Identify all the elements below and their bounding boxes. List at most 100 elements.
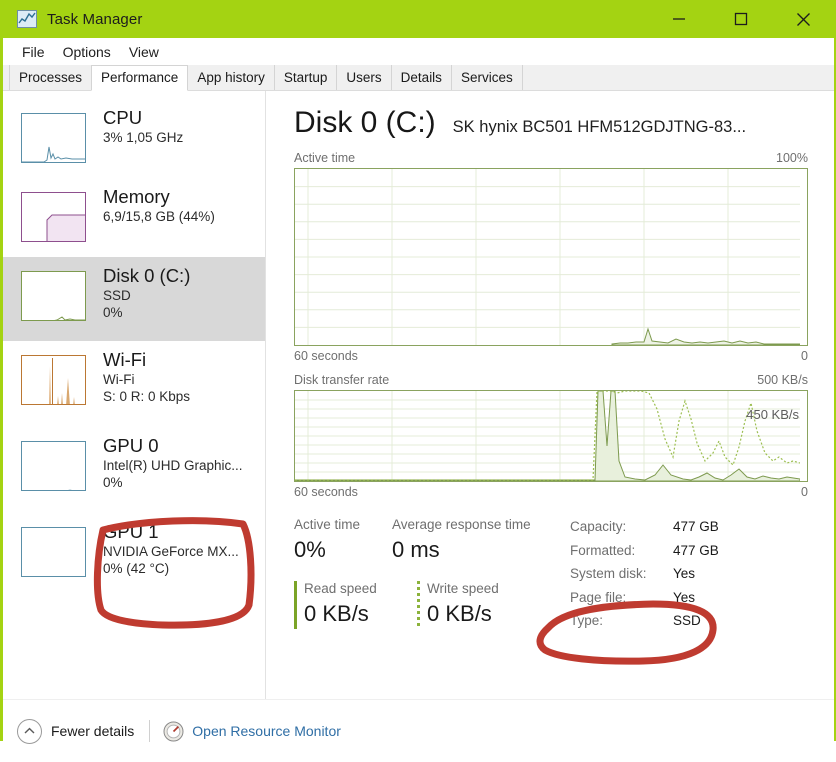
sidebar-item-memory[interactable]: Memory 6,9/15,8 GB (44%): [3, 178, 265, 257]
sidebar-item-gpu-0[interactable]: GPU 0 Intel(R) UHD Graphic... 0%: [3, 427, 265, 513]
sidebar-sub-gpu-1-0: NVIDIA GeForce MX...: [103, 543, 239, 560]
footer-divider: [149, 720, 150, 742]
disk-model-label: SK hynix BC501 HFM512GDJTNG-83...: [453, 118, 746, 137]
menu-options[interactable]: Options: [54, 42, 120, 62]
stat-write-speed: Write speed 0 KB/s: [417, 579, 499, 629]
stat-write-speed-value: 0 KB/s: [427, 599, 499, 629]
sidebar-item-gpu-1[interactable]: GPU 1 NVIDIA GeForce MX... 0% (42 °C): [3, 513, 265, 599]
stat-active-time-value: 0%: [294, 535, 392, 565]
active-time-footer: 60 seconds 0: [294, 349, 808, 363]
tab-startup[interactable]: Startup: [274, 65, 338, 90]
detail-system-disk: System disk: Yes: [570, 562, 719, 586]
tab-users[interactable]: Users: [336, 65, 391, 90]
stat-read-speed: Read speed 0 KB/s: [294, 579, 417, 629]
active-time-xlabel: 60 seconds: [294, 349, 358, 363]
stat-read-speed-label: Read speed: [304, 579, 417, 599]
memory-thumbnail-graph: [21, 192, 86, 242]
active-time-chart: [294, 168, 808, 346]
gpu0-thumbnail-graph: [21, 441, 86, 491]
detail-capacity-key: Capacity:: [570, 515, 673, 539]
sidebar-item-disk-0-c[interactable]: Disk 0 (C:) SSD 0%: [3, 257, 265, 341]
stats-right-column: Capacity: 477 GB Formatted: 477 GB Syste…: [566, 515, 719, 633]
tab-details[interactable]: Details: [391, 65, 452, 90]
transfer-rate-max: 500 KB/s: [757, 373, 808, 387]
stats-top-row: Active time 0% Average response time 0 m…: [294, 515, 566, 565]
sidebar-title-disk: Disk 0 (C:): [103, 265, 190, 287]
menu-view[interactable]: View: [120, 42, 168, 62]
sidebar-item-cpu[interactable]: CPU 3% 1,05 GHz: [3, 99, 265, 178]
sidebar-sub-wifi-0: Wi-Fi: [103, 371, 190, 388]
sidebar-sub-gpu-0-0: Intel(R) UHD Graphic...: [103, 457, 243, 474]
task-manager-window: Task Manager File Options View Processes…: [0, 0, 836, 741]
close-button[interactable]: [772, 0, 834, 38]
sidebar-text-cpu: CPU 3% 1,05 GHz: [103, 107, 183, 146]
sidebar-sub-gpu-0-1: 0%: [103, 474, 243, 491]
detail-capacity-value: 477 GB: [673, 515, 719, 539]
transfer-rate-annotation: 450 KB/s: [746, 407, 799, 422]
stat-avg-response-label: Average response time: [392, 515, 531, 535]
main-panel: Disk 0 (C:) SK hynix BC501 HFM512GDJTNG-…: [266, 91, 834, 699]
window-title: Task Manager: [47, 11, 142, 28]
sidebar-title-gpu-1: GPU 1: [103, 521, 239, 543]
transfer-rate-xlabel: 60 seconds: [294, 485, 358, 499]
sidebar-text-wifi: Wi-Fi Wi-Fi S: 0 R: 0 Kbps: [103, 349, 190, 405]
minimize-button[interactable]: [648, 0, 710, 38]
resource-monitor-icon: [163, 721, 184, 742]
sidebar-title-wifi: Wi-Fi: [103, 349, 190, 371]
detail-type-value: SSD: [673, 609, 701, 633]
stat-read-speed-value: 0 KB/s: [304, 599, 417, 629]
active-time-label: Active time: [294, 151, 355, 165]
performance-sidebar: CPU 3% 1,05 GHz Memory 6,9/15,8 GB (44%): [3, 91, 266, 699]
stat-active-time-label: Active time: [294, 515, 392, 535]
tab-performance[interactable]: Performance: [91, 65, 188, 91]
fewer-details-button[interactable]: Fewer details: [17, 719, 134, 744]
sidebar-text-gpu-0: GPU 0 Intel(R) UHD Graphic... 0%: [103, 435, 243, 491]
detail-formatted-value: 477 GB: [673, 539, 719, 563]
detail-formatted: Formatted: 477 GB: [570, 539, 719, 563]
content-area: CPU 3% 1,05 GHz Memory 6,9/15,8 GB (44%): [3, 91, 834, 699]
sidebar-sub-disk-1: 0%: [103, 304, 190, 321]
active-time-caption: Active time 100%: [294, 151, 808, 165]
detail-page-file: Page file: Yes: [570, 586, 719, 610]
transfer-rate-chart: 450 KB/s: [294, 390, 808, 482]
menu-file[interactable]: File: [13, 42, 54, 62]
open-resource-monitor-link[interactable]: Open Resource Monitor: [163, 721, 341, 742]
sidebar-text-disk: Disk 0 (C:) SSD 0%: [103, 265, 190, 321]
sidebar-sub-wifi-1: S: 0 R: 0 Kbps: [103, 388, 190, 405]
stat-active-time: Active time 0%: [294, 515, 392, 565]
stat-write-speed-label: Write speed: [427, 579, 499, 599]
cpu-thumbnail-graph: [21, 113, 86, 163]
transfer-rate-caption: Disk transfer rate 500 KB/s: [294, 373, 808, 387]
menu-bar: File Options View: [3, 38, 834, 65]
transfer-rate-label: Disk transfer rate: [294, 373, 389, 387]
sidebar-sub-cpu-0: 3% 1,05 GHz: [103, 129, 183, 146]
transfer-rate-plot: [295, 391, 800, 481]
tab-app-history[interactable]: App history: [187, 65, 275, 90]
disk-thumbnail-graph: [21, 271, 86, 321]
active-time-plot: [295, 169, 800, 345]
sidebar-sub-gpu-1-1: 0% (42 °C): [103, 560, 239, 577]
tab-bar: Processes Performance App history Startu…: [3, 65, 834, 91]
stat-avg-response-value: 0 ms: [392, 535, 531, 565]
detail-page-file-value: Yes: [673, 586, 695, 610]
chevron-up-circle-icon: [17, 719, 42, 744]
active-time-min: 0: [801, 349, 808, 363]
page-title: Disk 0 (C:): [294, 105, 436, 141]
title-bar: Task Manager: [3, 0, 834, 38]
sidebar-text-gpu-1: GPU 1 NVIDIA GeForce MX... 0% (42 °C): [103, 521, 239, 577]
tab-processes[interactable]: Processes: [9, 65, 92, 90]
sidebar-item-wifi[interactable]: Wi-Fi Wi-Fi S: 0 R: 0 Kbps: [3, 341, 265, 427]
stats-left-column: Active time 0% Average response time 0 m…: [294, 515, 566, 633]
stat-avg-response: Average response time 0 ms: [392, 515, 531, 565]
transfer-rate-footer: 60 seconds 0: [294, 485, 808, 499]
detail-page-file-key: Page file:: [570, 586, 673, 610]
stats-speed-row: Read speed 0 KB/s Write speed 0 KB/s: [294, 579, 566, 629]
active-time-max: 100%: [776, 151, 808, 165]
disk-header: Disk 0 (C:) SK hynix BC501 HFM512GDJTNG-…: [294, 105, 808, 141]
sidebar-sub-disk-0: SSD: [103, 287, 190, 304]
detail-system-disk-value: Yes: [673, 562, 695, 586]
tab-services[interactable]: Services: [451, 65, 523, 90]
maximize-button[interactable]: [710, 0, 772, 38]
fewer-details-label: Fewer details: [51, 723, 134, 739]
detail-type: Type: SSD: [570, 609, 719, 633]
